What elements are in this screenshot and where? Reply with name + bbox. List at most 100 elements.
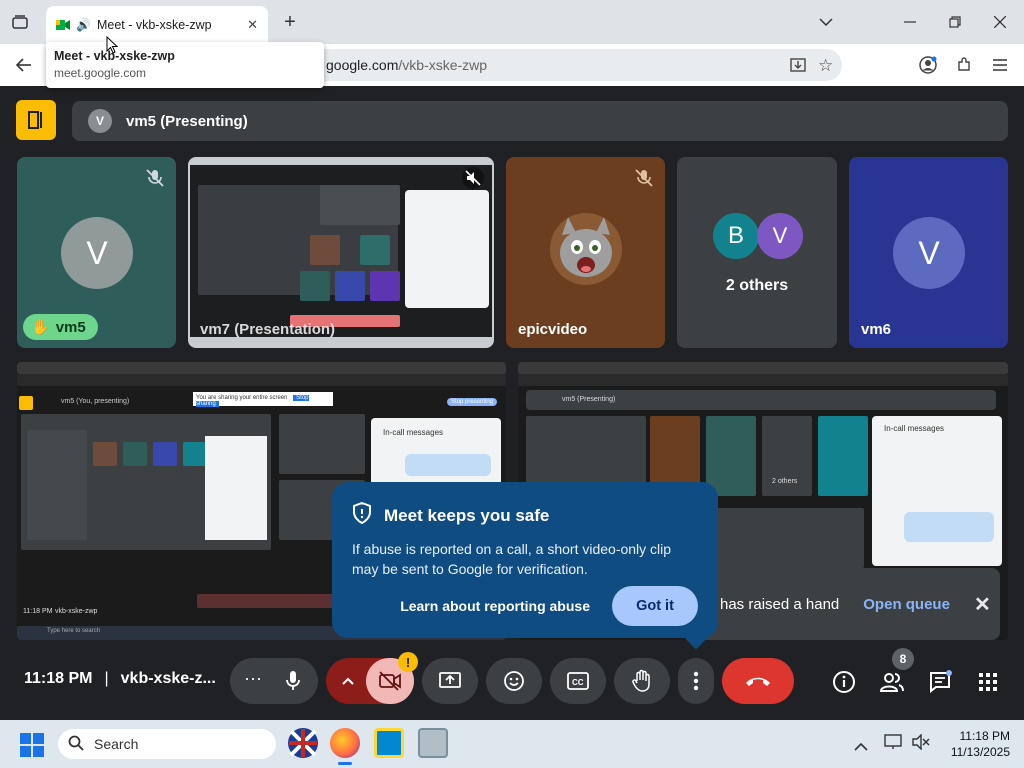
volume-off-icon [462, 167, 484, 189]
install-app-icon[interactable] [790, 57, 806, 76]
bookmark-star-icon[interactable]: ☆ [818, 56, 833, 76]
thumb-left-taskbar-code: vkb-xske-zwp [55, 608, 98, 615]
tab-list-chevron-icon[interactable] [816, 12, 836, 32]
minimize-button[interactable] [900, 12, 920, 32]
more-vert-icon [693, 671, 699, 691]
participant-avatar: V [893, 217, 965, 289]
raised-hand-notification: has raised a hand Open queue ✕ [696, 568, 1000, 640]
close-window-button[interactable] [990, 12, 1010, 32]
tray-chevron-up-icon[interactable] [854, 738, 868, 756]
taskbar-search-box[interactable]: Search [58, 729, 276, 759]
restore-button[interactable] [945, 12, 965, 32]
thumb-left-stop: Stop presenting [447, 398, 498, 406]
taskbar-clock[interactable]: 11:18 PM 11/13/2025 [951, 728, 1010, 760]
svg-text:CC: CC [572, 678, 584, 687]
camera-off-icon [379, 671, 401, 691]
tooltip-title: Meet - vkb-xske-zwp [54, 49, 175, 63]
taskbar-firefox-icon[interactable] [330, 728, 360, 758]
meeting-time: 11:18 PM [24, 670, 93, 687]
open-queue-button[interactable]: Open queue [863, 596, 950, 613]
camera-alert-badge: ! [398, 652, 418, 672]
windows-start-icon[interactable] [20, 733, 44, 762]
participant-tile-vm5[interactable]: V ✋ vm5 [17, 157, 176, 348]
meeting-code: vkb-xske-z... [120, 670, 216, 687]
browser-tab-meet[interactable]: 🔊 Meet - vkb-xske-zwp ✕ [46, 6, 268, 44]
mic-off-icon [633, 167, 655, 189]
emoji-icon [504, 671, 524, 691]
windows-taskbar: Search 11:18 PM 11/13/2025 [0, 720, 1024, 768]
captions-button[interactable]: CC [550, 658, 606, 704]
mouse-cursor-icon [106, 35, 119, 59]
browser-tab-bar: 🔊 Meet - vkb-xske-zwp ✕ + [0, 0, 1024, 44]
tab-title: Meet - vkb-xske-zwp [96, 18, 212, 32]
participant-tile-others[interactable]: B V 2 others [677, 157, 837, 348]
close-notification-icon[interactable]: ✕ [974, 592, 991, 617]
taskbar-time: 11:18 PM [959, 729, 1010, 743]
mic-options-button[interactable]: ··· [230, 658, 318, 704]
raised-hand-icon: ✋ [31, 319, 50, 336]
info-icon [833, 671, 855, 693]
activities-button[interactable] [968, 662, 1008, 702]
participant-tile-epicvideo[interactable]: epicvideo [506, 157, 665, 348]
more-options-button[interactable] [678, 658, 714, 704]
raised-hand-badge: ✋ vm5 [23, 314, 98, 340]
tray-volume-muted-icon[interactable] [912, 733, 930, 755]
captions-icon: CC [567, 672, 589, 690]
tab-hover-tooltip: Meet - vkb-xske-zwp meet.google.com [46, 42, 324, 88]
end-call-icon [746, 677, 770, 686]
end-call-button[interactable] [722, 658, 794, 704]
people-icon [879, 673, 904, 692]
new-tab-button[interactable]: + [280, 11, 300, 33]
thumb-right-chat: In-call messages [884, 424, 945, 433]
chat-button[interactable] [920, 662, 960, 702]
url-path: /vkb-xske-zwp [398, 57, 488, 73]
others-label: 2 others [725, 277, 789, 294]
tray-network-icon[interactable] [884, 734, 902, 755]
present-screen-button[interactable] [422, 658, 478, 704]
presenter-avatar: V [88, 109, 112, 133]
present-screen-icon [439, 672, 461, 688]
chat-icon [930, 670, 952, 694]
reactions-button[interactable] [486, 658, 542, 704]
thumb-right-others: 2 others [772, 478, 798, 485]
profile-icon[interactable] [918, 55, 938, 75]
tooltip-url: meet.google.com [54, 66, 147, 80]
back-arrow-icon[interactable] [14, 55, 34, 75]
chevron-up-icon [342, 672, 354, 690]
presenting-bar[interactable]: V vm5 (Presenting) [72, 101, 1008, 141]
meeting-info-button[interactable] [824, 662, 864, 702]
participant-name: vm6 [861, 321, 892, 338]
taskbar-app-icon[interactable] [418, 728, 448, 758]
got-it-button[interactable]: Got it [612, 586, 698, 626]
meet-layout-logo-icon[interactable] [16, 100, 56, 140]
presenter-label: vm5 (Presenting) [126, 112, 248, 130]
meet-favicon-icon [56, 19, 70, 31]
speaker-icon[interactable]: 🔊 [76, 18, 91, 32]
avatar-v: V [757, 213, 803, 259]
learn-reporting-link[interactable]: Learn about reporting abuse [400, 598, 590, 614]
taskbar-app-flag-icon[interactable] [288, 728, 318, 758]
search-placeholder: Search [94, 736, 139, 752]
tab-close-icon[interactable]: ✕ [247, 17, 258, 33]
tab-search-icon[interactable] [10, 12, 30, 32]
raise-hand-button[interactable] [614, 658, 670, 704]
thumb-left-title: vm5 (You, presenting) [61, 398, 130, 405]
participant-tile-vm6[interactable]: V vm6 [849, 157, 1008, 348]
participant-name: vm5 [55, 318, 86, 336]
toast-title: Meet keeps you safe [384, 505, 550, 525]
talking-tom-avatar [550, 213, 622, 285]
taskbar-remote-desktop-icon[interactable] [374, 728, 404, 758]
extensions-puzzle-icon[interactable] [954, 55, 974, 75]
taskbar-active-indicator [338, 762, 352, 765]
url-host: google.com [326, 57, 399, 73]
mic-icon [284, 670, 302, 697]
thumb-left-taskbar-search: Type here to search [47, 628, 101, 634]
apps-grid-icon [979, 673, 997, 691]
participants-count-badge: 8 [892, 648, 914, 670]
mic-off-icon [144, 167, 166, 189]
meet-controls-bar: 11:18 PM | vkb-xske-z... ··· ! CC 8 [0, 648, 1024, 720]
search-icon [68, 735, 84, 754]
browser-menu-icon[interactable] [990, 55, 1010, 75]
toast-pointer [684, 626, 708, 650]
participant-tile-vm7-presentation[interactable]: vm7 (Presentation) [188, 157, 494, 348]
